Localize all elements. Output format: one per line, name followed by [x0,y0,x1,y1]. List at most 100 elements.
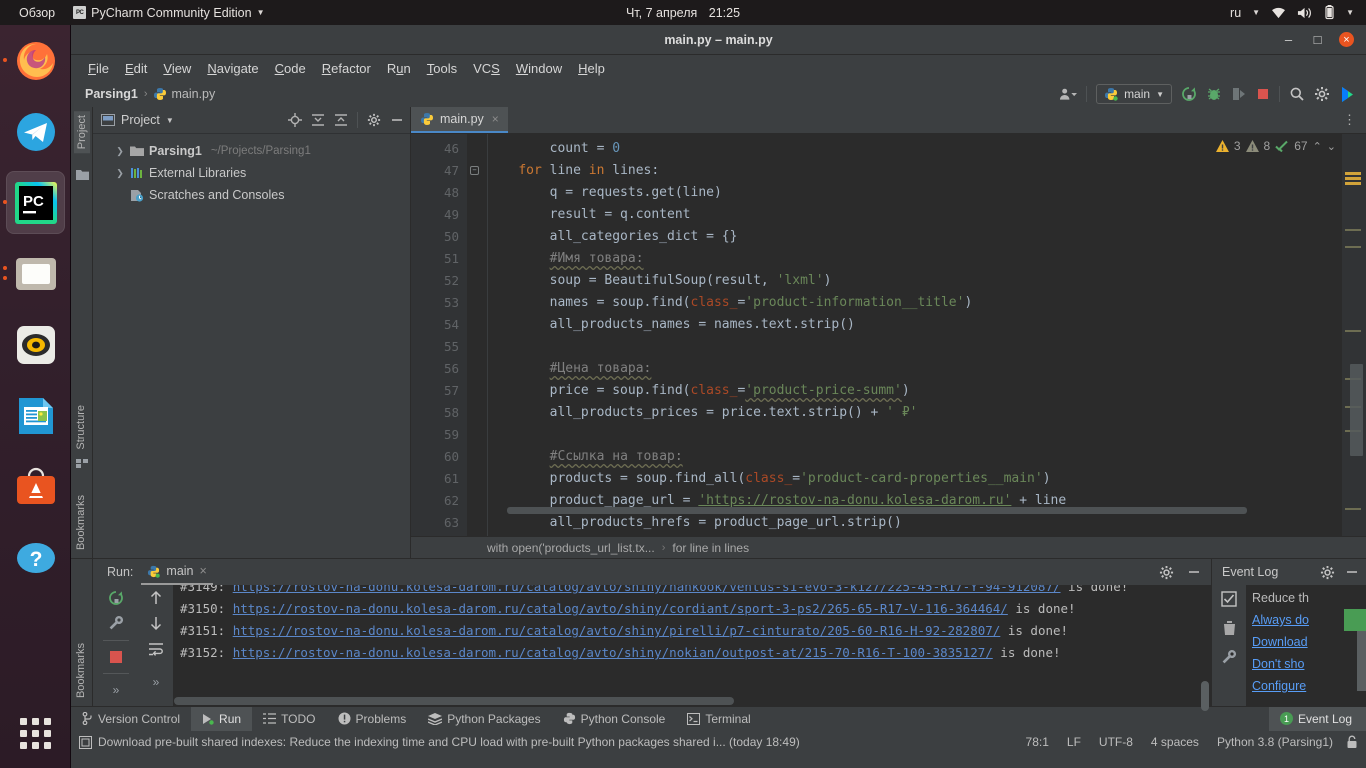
status-message[interactable]: Download pre-built shared indexes: Reduc… [98,735,800,749]
trash-icon[interactable] [1222,620,1237,636]
settings-icon[interactable] [1314,86,1330,102]
dock-item-pycharm[interactable]: PC [0,167,71,238]
maximize-button[interactable]: □ [1310,32,1325,47]
code-area[interactable]: count = 0 for line in lines: q = request… [467,134,1342,536]
menu-help[interactable]: Help [570,59,613,78]
menu-edit[interactable]: Edit [117,59,155,78]
expand-all-icon[interactable] [311,113,325,127]
event-log-link-download[interactable]: Download [1252,635,1308,649]
locate-icon[interactable] [288,113,302,127]
chevron-up-icon[interactable]: ⌃ [1313,140,1322,153]
tree-item-parsing1[interactable]: ❯ Parsing1 ~/Projects/Parsing1 [93,140,410,162]
menu-window[interactable]: Window [508,59,570,78]
breadcrumb-project[interactable]: Parsing1 [85,87,138,101]
caret-position[interactable]: 78:1 [1017,735,1058,749]
volume-icon[interactable] [1297,6,1313,20]
more-icon[interactable]: ⋮ [1333,107,1366,133]
menu-view[interactable]: View [155,59,199,78]
close-icon[interactable]: × [492,112,499,126]
sidebar-item-structure[interactable]: Structure [75,405,87,450]
dock-item-libreoffice-writer[interactable] [0,380,71,451]
dock-item-firefox[interactable] [0,25,71,96]
tool-button-python-console[interactable]: Python Console [552,707,677,731]
sidebar-item-project[interactable]: Project [74,111,90,154]
tab-main-py[interactable]: main.py × [411,107,508,133]
tool-button-todo[interactable]: TODO [252,707,326,731]
minimize-button[interactable]: – [1281,32,1296,47]
tree-item-external-libraries[interactable]: ❯ External Libraries [93,162,410,184]
sidebar-item-bookmarks-bottom[interactable]: Bookmarks [75,643,87,698]
menu-tools[interactable]: Tools [419,59,465,78]
account-icon[interactable] [1059,87,1078,101]
menu-file[interactable]: File [80,59,117,78]
hide-icon[interactable] [390,113,404,127]
event-log-scrollbar-thumb[interactable] [1357,631,1366,691]
event-log-link-dont-show[interactable]: Don't sho [1252,657,1304,671]
run-configuration-selector[interactable]: main ▼ [1096,84,1172,104]
event-log-entries[interactable]: Reduce th Always do Download Don't sho C… [1246,585,1366,706]
console-hscrollbar-thumb[interactable] [174,697,734,705]
tool-button-python-packages[interactable]: Python Packages [417,707,551,731]
debug-icon[interactable] [1206,86,1222,102]
horizontal-scrollbar-thumb[interactable] [507,507,1247,514]
soft-wrap-icon[interactable] [148,642,164,656]
menu-code[interactable]: Code [267,59,314,78]
event-log-link-always-download[interactable]: Always do [1252,613,1309,627]
breadcrumb-0[interactable]: with open('products_url_list.tx... [487,541,655,555]
down-icon[interactable] [149,616,163,631]
console-url-link[interactable]: https://rostov-na-donu.kolesa-darom.ru/c… [233,601,1008,616]
tool-button-terminal[interactable]: Terminal [676,707,761,731]
show-applications-button[interactable] [0,708,71,758]
settings-icon[interactable] [367,113,381,127]
app-menu-button[interactable]: PC PyCharm Community Edition ▼ [64,0,273,25]
console-vertical-scrollbar[interactable] [1200,585,1210,711]
collapse-all-icon[interactable] [334,113,348,127]
dock-item-help[interactable]: ? [0,522,71,593]
line-separator[interactable]: LF [1058,735,1090,749]
close-button[interactable]: × [1339,32,1354,47]
rerun-icon[interactable] [1181,86,1197,102]
indent-setting[interactable]: 4 spaces [1142,735,1208,749]
vertical-scrollbar-thumb[interactable] [1350,364,1363,456]
run-tab-main[interactable]: main × [141,560,213,585]
breadcrumb-file[interactable]: main.py [153,87,215,101]
chevron-right-icon[interactable]: ❯ [115,168,125,179]
up-icon[interactable] [149,590,163,605]
close-icon[interactable]: × [200,564,207,578]
tool-button-version-control[interactable]: Version Control [71,707,191,731]
horizontal-scrollbar[interactable] [467,507,1342,514]
keyboard-layout-indicator[interactable]: ru [1230,6,1241,20]
sidebar-item-bookmarks[interactable]: Bookmarks [75,495,87,550]
tool-button-event-log[interactable]: 1 Event Log [1268,706,1366,731]
tool-button-run[interactable]: Run [191,706,253,731]
more-icon[interactable]: » [153,675,160,689]
console-horizontal-scrollbar[interactable] [174,697,1199,705]
chevron-down-icon[interactable]: ▼ [1346,8,1354,17]
settings-icon[interactable] [1159,565,1174,580]
wrench-icon[interactable] [108,615,124,631]
search-everywhere-icon[interactable] [1289,86,1305,102]
wifi-icon[interactable] [1271,6,1286,19]
breadcrumb-1[interactable]: for line in lines [672,541,749,555]
inspections-widget[interactable]: 3 8 67 ⌃ ⌄ [1215,139,1336,153]
chevron-down-icon[interactable]: ▼ [166,116,174,125]
settings-icon[interactable] [1320,565,1335,580]
folder-icon[interactable] [76,169,89,180]
more-icon[interactable]: » [113,683,120,697]
mark-read-icon[interactable] [1221,591,1237,607]
rerun-icon[interactable] [108,590,124,606]
menu-run[interactable]: Run [379,59,419,78]
lock-icon[interactable] [1342,735,1358,749]
dock-item-files[interactable] [0,238,71,309]
hide-icon[interactable] [1345,565,1359,579]
wrench-icon[interactable] [1221,649,1237,665]
console-url-link[interactable]: https://rostov-na-donu.kolesa-darom.ru/c… [233,585,1061,594]
stop-icon[interactable] [109,650,123,664]
console-output[interactable]: #3149: https://rostov-na-donu.kolesa-dar… [174,585,1211,706]
tree-item-scratches-and-consoles[interactable]: Scratches and Consoles [93,184,410,206]
file-encoding[interactable]: UTF-8 [1090,735,1142,749]
battery-icon[interactable] [1324,5,1335,20]
menu-vcs[interactable]: VCS [465,59,508,78]
dock-item-telegram[interactable] [0,96,71,167]
chevron-right-icon[interactable]: ❯ [115,146,125,157]
